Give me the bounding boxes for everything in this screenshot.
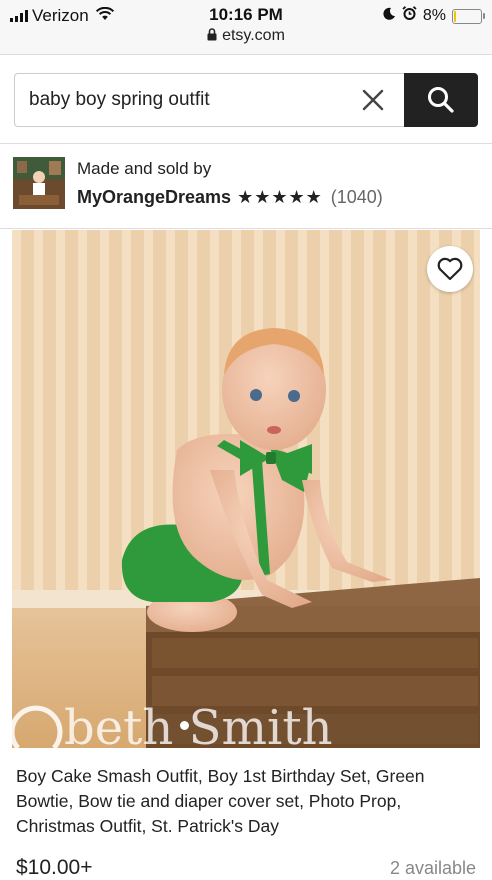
carousel-indicator[interactable] [180, 721, 189, 730]
close-icon [362, 89, 384, 111]
alarm-icon [402, 6, 417, 26]
url-text: etsy.com [222, 27, 285, 44]
clear-search-button[interactable] [360, 87, 386, 113]
shop-avatar[interactable] [13, 157, 65, 209]
favorite-button[interactable] [427, 246, 473, 292]
search-query: baby boy spring outfit [29, 89, 210, 110]
shop-name-link[interactable]: MyOrangeDreams [77, 187, 231, 208]
divider [0, 143, 492, 144]
seller-info[interactable]: Made and sold by MyOrangeDreams ★★★★★ (1… [13, 157, 483, 213]
search-button[interactable] [404, 73, 478, 127]
star-rating: ★★★★★ [237, 187, 323, 207]
product-photo [12, 230, 480, 748]
search-input[interactable]: baby boy spring outfit [14, 73, 404, 127]
made-by-label: Made and sold by [77, 159, 212, 178]
divider [0, 228, 492, 229]
status-right: 8% [382, 6, 485, 26]
search-icon [428, 87, 454, 113]
divider [0, 54, 492, 55]
heart-icon [437, 257, 463, 281]
watermark-logo-icon [12, 705, 63, 748]
lock-icon [207, 28, 217, 46]
status-bar: Verizon 10:16 PM etsy.com 8% [0, 0, 492, 54]
listing-price: $10.00+ [16, 856, 93, 879]
review-count: (1040) [330, 187, 383, 207]
shop-line: MyOrangeDreams ★★★★★ (1040) [77, 187, 383, 208]
availability: 2 available [389, 858, 476, 878]
listing-title[interactable]: Boy Cake Smash Outfit, Boy 1st Birthday … [16, 764, 478, 839]
battery-percent: 8% [422, 7, 446, 24]
battery-icon [452, 8, 485, 24]
listing-image[interactable]: beth Smith [12, 230, 480, 748]
watermark: beth Smith [12, 698, 333, 748]
url-bar[interactable]: etsy.com [0, 27, 492, 46]
moon-icon [382, 7, 396, 26]
search-bar: baby boy spring outfit [14, 73, 478, 127]
battery-fill [454, 10, 456, 22]
